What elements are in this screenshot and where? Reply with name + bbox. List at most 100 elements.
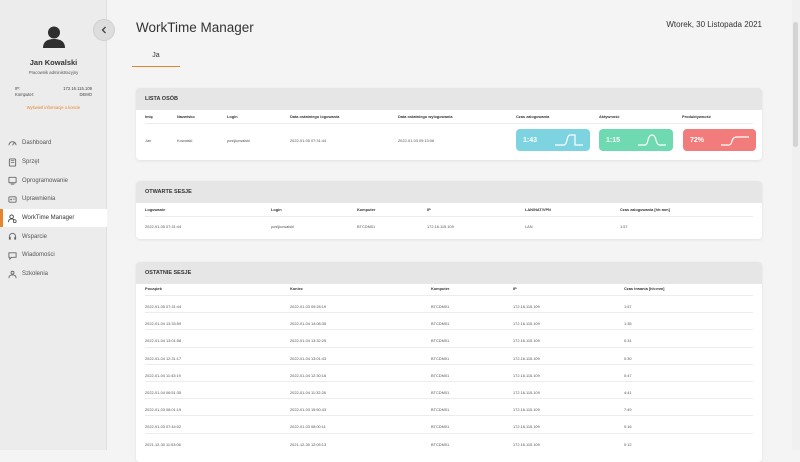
chevron-left-icon — [101, 26, 106, 34]
column-header: Imię — [145, 114, 153, 119]
divider — [145, 346, 753, 348]
table-cell: BTCDM01 — [431, 304, 450, 309]
sidebar-item-wiadomosci[interactable]: Wiadomości — [0, 246, 107, 265]
table-cell: BTCDM01 — [431, 407, 450, 413]
table-cell: 0:31 — [624, 338, 632, 344]
sidebar-item-label: Szkolenia — [22, 271, 49, 278]
sidebar: Jan Kowalski Pracownik administracyjny I… — [0, 0, 107, 450]
table-cell: 0:12 — [624, 441, 632, 447]
user-role: Pracownik administracyjny — [28, 70, 79, 75]
table-cell: 2022-01-03 08:01:19 — [145, 407, 182, 413]
table-cell: BTCDM01 — [431, 372, 450, 378]
productivity-badge: 72% — [683, 129, 756, 151]
divider — [145, 329, 753, 331]
table-cell: pos\jkowalski — [271, 224, 294, 229]
divider — [145, 295, 753, 296]
divider — [145, 123, 753, 124]
scrollbar-thumb[interactable] — [793, 22, 798, 147]
column-header: Początek — [145, 286, 162, 291]
ip-info: IP: 172.16.115.109 — [15, 86, 92, 91]
sidebar-item-worktime-manager[interactable]: WorkTime Manager — [0, 208, 107, 228]
table-cell: 172.16.115.109 — [427, 224, 454, 229]
current-date: Wtorek, 30 Listopada 2021 — [666, 20, 762, 29]
sidebar-item-uprawnienia[interactable]: Uprawnienia — [0, 190, 107, 209]
column-header: Login — [227, 114, 238, 119]
sidebar-item-label: WorkTime Manager — [22, 215, 75, 222]
divider — [145, 415, 753, 417]
table-cell: 2022-01-05 07:31:44 — [145, 304, 182, 309]
column-header: IP — [427, 207, 431, 212]
sparkline-icon — [555, 134, 583, 146]
logged-time-value: 1:43 — [523, 136, 538, 144]
table-cell: 2022-01-04 12:31:17 — [145, 355, 182, 361]
column-header: Login — [271, 207, 282, 212]
table-cell: 2022-01-04 06:51:35 — [145, 390, 182, 395]
table-cell: 2022-01-04 13:01:58 — [145, 338, 182, 344]
table-cell: BTCDM01 — [431, 424, 450, 430]
table-cell: BTCDM01 — [431, 338, 450, 344]
sidebar-item-sprzet[interactable]: Sprzęt — [0, 153, 107, 172]
sparkline-icon — [721, 136, 749, 146]
sidebar-collapse-button[interactable] — [93, 19, 115, 41]
sidebar-item-label: Uprawnienia — [22, 196, 56, 203]
table-cell: 2022-01-04 11:43:19 — [145, 372, 181, 378]
table-cell: 172.16.115.109 — [513, 304, 540, 309]
table-cell: 2021-12-30 11:53:06 — [145, 441, 181, 447]
sidebar-item-dashboard[interactable]: Dashboard — [0, 134, 107, 153]
table-cell: 2022-01-04 12:30:16 — [290, 372, 327, 378]
open-sessions-card: OTWARTE SESJE Logowanie Login Komputer I… — [136, 181, 762, 239]
table-cell: 1:57 — [620, 224, 628, 229]
table-cell: Jan — [145, 138, 152, 143]
table-cell: 2022-01-03 08:00:11 — [290, 424, 326, 430]
table-cell: 2022-01-04 13:01:43 — [290, 355, 327, 361]
table-cell: pos\jkowalski — [227, 138, 250, 143]
dashboard-icon — [8, 141, 17, 146]
table-cell: 2022-01-03 09:28:19 — [290, 304, 327, 309]
account-info-link[interactable]: Wyświetl informacje o koncie — [0, 105, 107, 110]
software-icon — [8, 177, 17, 185]
tab-ja[interactable]: Ja — [132, 52, 180, 67]
column-header: Czas trwania [hh:mm] — [624, 286, 665, 291]
computer-value: DEMO — [79, 92, 92, 97]
table-cell: 172.16.115.109 — [513, 424, 540, 430]
table-cell: 2022-01-04 13:33:59 — [145, 321, 182, 327]
training-icon — [8, 270, 17, 278]
divider — [145, 432, 753, 434]
table-cell: 1:35 — [624, 321, 632, 327]
activity-value: 1:15 — [606, 136, 621, 144]
table-cell: BTCDM01 — [431, 390, 450, 395]
worktime-icon — [8, 214, 17, 223]
table-cell: 7:49 — [624, 407, 632, 413]
page-title: WorkTime Manager — [136, 20, 254, 35]
sparkline-icon — [638, 134, 666, 146]
sidebar-nav: Dashboard Sprzęt Oprogramowanie Uprawnie… — [0, 134, 107, 284]
support-icon — [8, 233, 17, 240]
table-cell: BTCDM01 — [431, 355, 450, 361]
productivity-value: 72% — [690, 136, 705, 144]
table-cell: 2022-01-03 07:44:02 — [145, 424, 182, 430]
table-cell: 0:30 — [624, 355, 632, 361]
table-cell: 172.16.115.109 — [513, 321, 540, 327]
divider — [145, 216, 753, 217]
table-cell: 172.16.115.109 — [513, 355, 540, 361]
messages-icon — [8, 252, 17, 260]
column-header: Koniec — [290, 286, 303, 291]
table-cell: 2021-12-30 12:05:13 — [290, 441, 327, 447]
table-cell: 172.16.115.109 — [513, 407, 540, 413]
divider — [145, 398, 753, 400]
table-cell: 2022-01-03 09:13:06 — [398, 138, 435, 143]
ip-value: 172.16.115.109 — [63, 86, 92, 91]
sidebar-item-oprogramowanie[interactable]: Oprogramowanie — [0, 171, 107, 190]
sidebar-item-wsparcie[interactable]: Wsparcie — [0, 227, 107, 246]
computer-label: Komputer: — [15, 92, 35, 97]
table-cell: 4:41 — [624, 390, 632, 395]
activity-badge: 1:15 — [599, 129, 673, 151]
table-cell: 1:57 — [624, 304, 632, 309]
divider — [145, 312, 753, 314]
table-cell: 172.16.115.109 — [513, 372, 540, 378]
table-cell: BTCDM01 — [357, 224, 376, 229]
table-cell: BTCDM01 — [431, 441, 450, 447]
table-cell: BTCDM01 — [431, 321, 450, 327]
column-header: Data ostatniego logowania — [290, 114, 340, 119]
sidebar-item-szkolenia[interactable]: Szkolenia — [0, 265, 107, 284]
